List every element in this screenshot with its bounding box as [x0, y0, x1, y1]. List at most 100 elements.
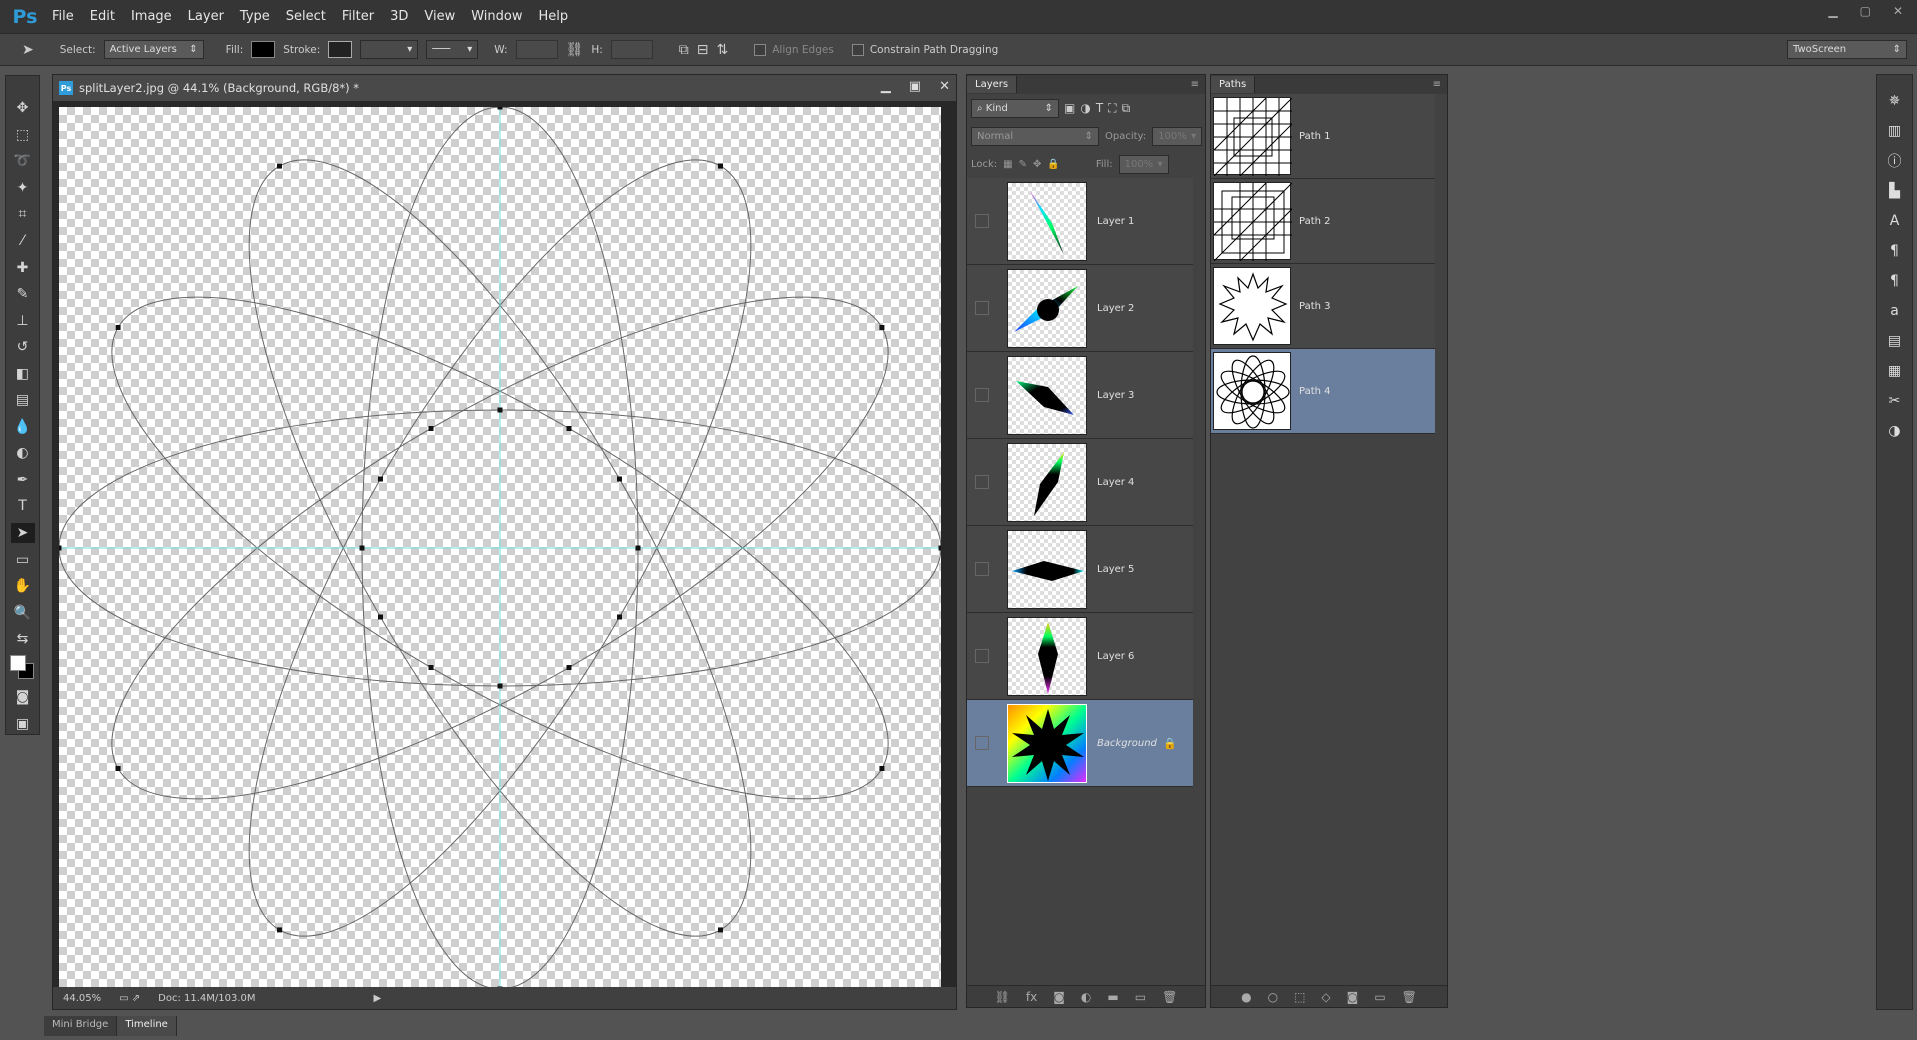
tab-layers[interactable]: Layers: [967, 76, 1018, 93]
anchor-point[interactable]: [635, 545, 641, 551]
lock-pixels-icon[interactable]: ✎: [1019, 159, 1027, 170]
path-row[interactable]: Path 3: [1211, 264, 1435, 349]
anchor-point[interactable]: [497, 683, 503, 689]
anchor-point[interactable]: [497, 407, 503, 413]
info-icon[interactable]: ⓘ: [1884, 151, 1906, 171]
zoom-tool-icon[interactable]: 🔍: [11, 602, 35, 623]
shape-tool-icon[interactable]: ▭: [11, 549, 35, 570]
menu-view[interactable]: View: [416, 0, 463, 33]
delete-path-icon[interactable]: 🗑: [1402, 990, 1417, 1004]
visibility-toggle[interactable]: [975, 214, 989, 228]
gradient-tool-icon[interactable]: ▤: [11, 390, 35, 411]
make-work-path-icon[interactable]: ◇: [1321, 990, 1330, 1004]
layer-row[interactable]: Layer 2: [967, 265, 1193, 352]
panel-menu-icon[interactable]: ≡: [1191, 79, 1199, 90]
anchor-point[interactable]: [566, 665, 572, 671]
status-icons[interactable]: ▭ ⇗: [119, 993, 140, 1004]
pen-tool-icon[interactable]: ✒: [11, 470, 35, 491]
screen-mode-icon[interactable]: ▣: [11, 713, 35, 734]
navigator-icon[interactable]: ✵: [1884, 91, 1906, 111]
filter-smart-object-icon[interactable]: ⧉: [1122, 101, 1131, 116]
menu-image[interactable]: Image: [123, 0, 180, 33]
anchor-point[interactable]: [428, 425, 434, 431]
foreground-color-swatch[interactable]: [9, 655, 26, 672]
visibility-toggle[interactable]: [975, 388, 989, 402]
blend-mode-dropdown[interactable]: Normal ⇕: [971, 126, 1099, 146]
clone-stamp-tool-icon[interactable]: ⊥: [11, 310, 35, 331]
properties-icon[interactable]: ▙: [1884, 181, 1906, 201]
menu-help[interactable]: Help: [531, 0, 577, 33]
anchor-point[interactable]: [617, 476, 623, 482]
path-operations-icon[interactable]: ⧉: [679, 42, 689, 58]
anchor-point[interactable]: [566, 425, 572, 431]
blur-tool-icon[interactable]: 💧: [11, 417, 35, 438]
path-alignment-icon[interactable]: ⊟: [697, 42, 709, 58]
eraser-tool-icon[interactable]: ◧: [11, 363, 35, 384]
path-selection-tool-icon[interactable]: ➤: [22, 42, 34, 58]
close-icon[interactable]: ✕: [939, 79, 950, 94]
notes-icon[interactable]: ▦: [1884, 361, 1906, 381]
stroke-type-dropdown[interactable]: ─── ▾: [426, 40, 479, 59]
stroke-width-field[interactable]: ▾: [360, 40, 419, 59]
visibility-toggle[interactable]: [975, 562, 989, 576]
lock-all-icon[interactable]: 🔒: [1047, 159, 1059, 170]
anchor-point[interactable]: [617, 614, 623, 620]
path-row[interactable]: Path 2: [1211, 179, 1435, 264]
new-group-icon[interactable]: ▬: [1107, 990, 1118, 1004]
filter-adjustment-icon[interactable]: ◑: [1080, 101, 1090, 115]
lock-position-icon[interactable]: ✥: [1033, 159, 1041, 170]
select-dropdown[interactable]: Active Layers ⇕: [103, 40, 204, 59]
delete-layer-icon[interactable]: 🗑: [1162, 990, 1177, 1004]
adjustment-layer-icon[interactable]: ◐: [1081, 990, 1091, 1004]
fill-field[interactable]: 100% ▾: [1118, 154, 1169, 174]
close-icon[interactable]: ✕: [1893, 4, 1903, 18]
paragraph-icon[interactable]: ¶: [1884, 241, 1906, 261]
tab-paths[interactable]: Paths: [1211, 76, 1256, 93]
menu-filter[interactable]: Filter: [334, 0, 382, 33]
maximize-icon[interactable]: ▢: [1860, 4, 1871, 18]
width-field[interactable]: [515, 40, 558, 59]
color-swatches[interactable]: [9, 655, 36, 680]
anchor-point[interactable]: [428, 665, 434, 671]
filter-shape-icon[interactable]: ⛶: [1108, 101, 1116, 116]
filter-type-icon[interactable]: T: [1096, 101, 1103, 115]
lock-transparency-icon[interactable]: ▦: [1003, 159, 1012, 170]
menu-window[interactable]: Window: [463, 0, 530, 33]
zoom-level[interactable]: 44.05%: [63, 993, 101, 1004]
anchor-point[interactable]: [277, 927, 282, 933]
link-icon[interactable]: ⛓: [566, 42, 584, 58]
menu-select[interactable]: Select: [278, 0, 334, 33]
brush-tool-icon[interactable]: ✎: [11, 284, 35, 305]
anchor-point[interactable]: [879, 325, 885, 330]
histogram-icon[interactable]: ▥: [1884, 121, 1906, 141]
align-edges-checkbox[interactable]: Align Edges: [754, 43, 834, 56]
link-layers-icon[interactable]: ⛓: [995, 990, 1010, 1004]
fill-swatch[interactable]: [251, 41, 276, 58]
anchor-point[interactable]: [115, 766, 121, 771]
history-brush-tool-icon[interactable]: ↺: [11, 337, 35, 358]
layer-style-icon[interactable]: fx: [1026, 990, 1037, 1004]
arrow-right-icon[interactable]: ▶: [374, 993, 382, 1004]
move-tool-icon[interactable]: ✥: [11, 98, 35, 119]
crop-tool-icon[interactable]: ⌗: [11, 204, 35, 225]
restore-icon[interactable]: ▣: [909, 79, 921, 94]
new-layer-icon[interactable]: ▭: [1135, 990, 1146, 1004]
layer-row[interactable]: Layer 1: [967, 178, 1193, 265]
menu-edit[interactable]: Edit: [82, 0, 123, 33]
character-icon[interactable]: A: [1884, 211, 1906, 231]
visibility-toggle[interactable]: [975, 649, 989, 663]
filter-kind-dropdown[interactable]: ⌕ Kind ⇕: [971, 98, 1059, 118]
visibility-toggle[interactable]: [975, 736, 989, 750]
load-as-selection-icon[interactable]: ⬚: [1294, 990, 1305, 1004]
layer-row[interactable]: Layer 4: [967, 439, 1193, 526]
paragraph-styles-icon[interactable]: ¶: [1884, 271, 1906, 291]
minimize-icon[interactable]: ▁: [1828, 4, 1837, 18]
layer-row[interactable]: Layer 6: [967, 613, 1193, 700]
tools-icon[interactable]: ✂: [1884, 391, 1906, 411]
tab-mini-bridge[interactable]: Mini Bridge: [44, 1016, 118, 1036]
stroke-swatch[interactable]: [328, 41, 353, 58]
anchor-point[interactable]: [377, 614, 383, 620]
filter-pixel-icon[interactable]: ▣: [1064, 101, 1075, 115]
type-tool-icon[interactable]: T: [11, 496, 35, 517]
anchor-point[interactable]: [718, 163, 723, 169]
